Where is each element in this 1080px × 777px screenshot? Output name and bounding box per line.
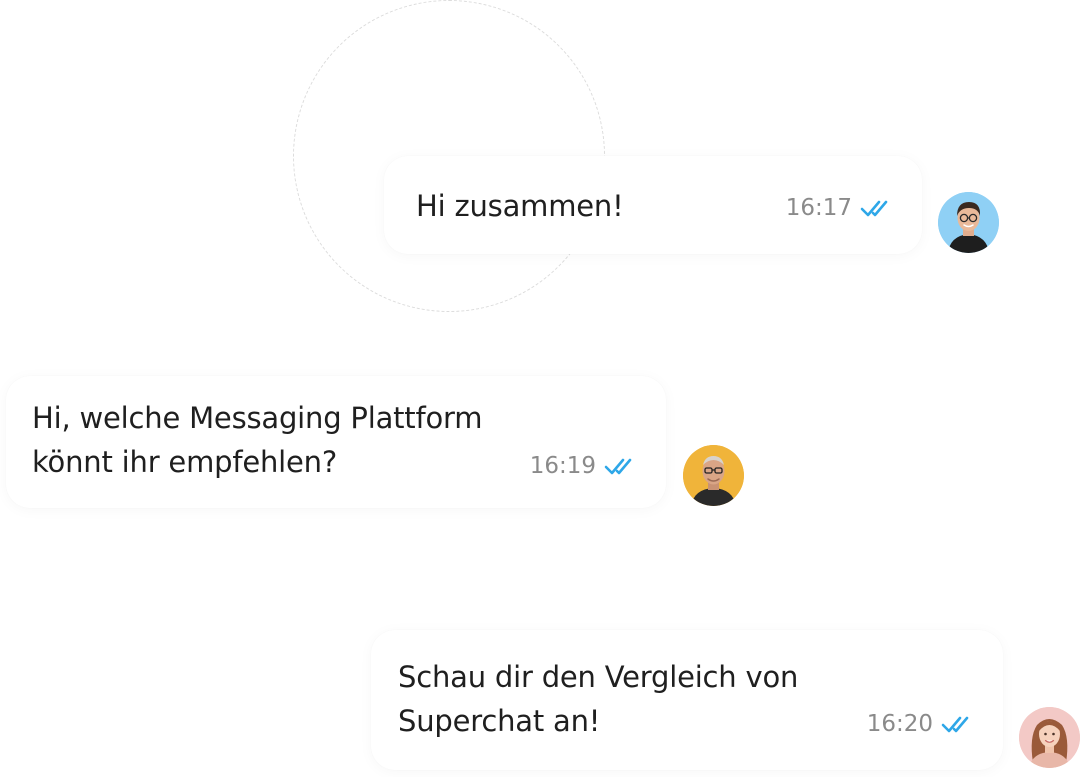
man-with-glasses-avatar[interactable] <box>938 192 999 253</box>
double-check-icon <box>604 458 632 475</box>
double-check-icon <box>860 200 888 217</box>
message-time: 16:19 <box>529 453 596 479</box>
message-text: Hi, welche Messaging Plattform könnt ihr… <box>32 401 483 479</box>
message-time: 16:20 <box>866 711 933 737</box>
bald-man-with-glasses-avatar[interactable] <box>683 445 744 506</box>
message-bubble: Hi zusammen! 16:17 <box>384 156 922 254</box>
double-check-icon <box>941 716 969 733</box>
message-bubble: Schau dir den Vergleich von Superchat an… <box>371 630 1003 770</box>
message-time: 16:17 <box>785 195 852 221</box>
message-meta: 16:17 <box>786 194 896 222</box>
message-bubble: Hi, welche Messaging Plattform könnt ihr… <box>6 376 666 508</box>
message-meta: 16:19 <box>530 452 640 480</box>
message-text: Hi zusammen! <box>416 189 624 223</box>
message-meta: 16:20 <box>867 710 977 738</box>
message-text: Schau dir den Vergleich von Superchat an… <box>398 660 799 738</box>
woman-avatar[interactable] <box>1019 707 1080 768</box>
chat-canvas: Hi zusammen! 16:17 Hi, welche Messaging … <box>0 0 1080 777</box>
